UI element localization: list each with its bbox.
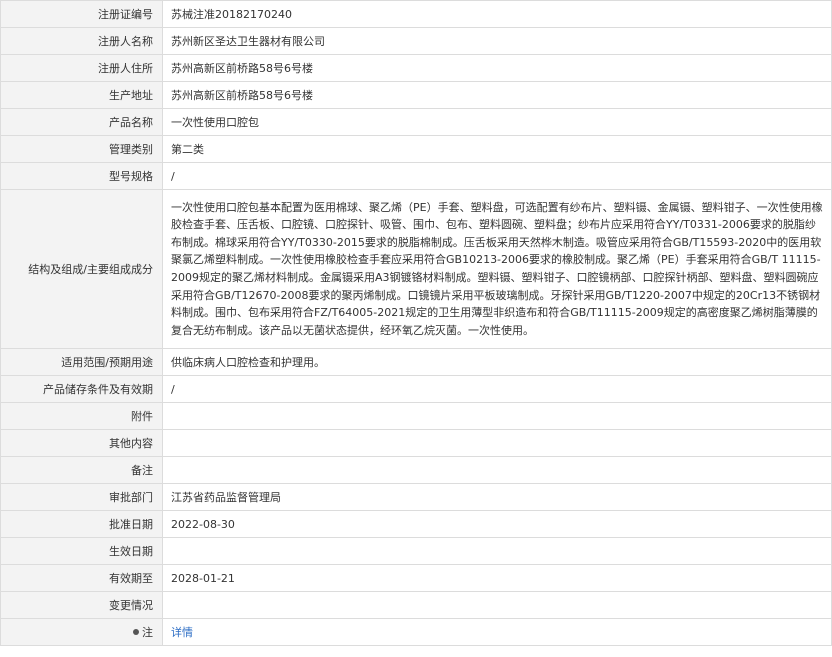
field-label: 生效日期 [0, 537, 163, 565]
field-value: 一次性使用口腔包基本配置为医用棉球、聚乙烯（PE）手套、塑料盘，可选配置有纱布片… [162, 189, 832, 349]
field-label: 其他内容 [0, 429, 163, 457]
field-label: 产品名称 [0, 108, 163, 136]
row-other-content: 其他内容 [0, 429, 832, 457]
row-registrant-address: 注册人住所 苏州高新区前桥路58号6号楼 [0, 54, 832, 82]
field-value: 苏州高新区前桥路58号6号楼 [162, 81, 832, 109]
row-model-spec: 型号规格 / [0, 162, 832, 190]
note-label-cell: 注 [0, 618, 163, 646]
field-value: 苏械注准20182170240 [162, 0, 832, 28]
field-value: 苏州新区圣达卫生器材有限公司 [162, 27, 832, 55]
row-intended-use: 适用范围/预期用途 供临床病人口腔检查和护理用。 [0, 348, 832, 376]
field-label: 型号规格 [0, 162, 163, 190]
row-management-category: 管理类别 第二类 [0, 135, 832, 163]
row-attachments: 附件 [0, 402, 832, 430]
row-product-name: 产品名称 一次性使用口腔包 [0, 108, 832, 136]
row-note: 注 详情 [0, 618, 832, 646]
field-value [162, 591, 832, 619]
field-label: 适用范围/预期用途 [0, 348, 163, 376]
field-value [162, 429, 832, 457]
row-registrant-name: 注册人名称 苏州新区圣达卫生器材有限公司 [0, 27, 832, 55]
field-value: 苏州高新区前桥路58号6号楼 [162, 54, 832, 82]
registration-info-table: 注册证编号 苏械注准20182170240 注册人名称 苏州新区圣达卫生器材有限… [0, 0, 832, 646]
field-value [162, 402, 832, 430]
field-label: 结构及组成/主要组成成分 [0, 189, 163, 349]
row-remarks: 备注 [0, 456, 832, 484]
row-registration-number: 注册证编号 苏械注准20182170240 [0, 0, 832, 28]
field-label: 有效期至 [0, 564, 163, 592]
pin-icon [133, 629, 139, 635]
row-change-status: 变更情况 [0, 591, 832, 619]
field-label: 变更情况 [0, 591, 163, 619]
field-label: 注册人住所 [0, 54, 163, 82]
field-label: 管理类别 [0, 135, 163, 163]
field-value: 一次性使用口腔包 [162, 108, 832, 136]
field-label: 批准日期 [0, 510, 163, 538]
row-approval-department: 审批部门 江苏省药品监督管理局 [0, 483, 832, 511]
field-value: / [162, 162, 832, 190]
field-value: / [162, 375, 832, 403]
row-approval-date: 批准日期 2022-08-30 [0, 510, 832, 538]
field-value [162, 537, 832, 565]
field-value: 江苏省药品监督管理局 [162, 483, 832, 511]
details-link[interactable]: 详情 [171, 626, 193, 639]
field-value: 第二类 [162, 135, 832, 163]
note-value-cell: 详情 [162, 618, 832, 646]
row-effective-date: 生效日期 [0, 537, 832, 565]
field-label: 注册证编号 [0, 0, 163, 28]
field-value: 供临床病人口腔检查和护理用。 [162, 348, 832, 376]
note-label: 注 [142, 626, 153, 639]
row-structure-composition: 结构及组成/主要组成成分 一次性使用口腔包基本配置为医用棉球、聚乙烯（PE）手套… [0, 189, 832, 349]
field-label: 备注 [0, 456, 163, 484]
field-value [162, 456, 832, 484]
field-value: 2028-01-21 [162, 564, 832, 592]
field-label: 附件 [0, 402, 163, 430]
row-valid-until: 有效期至 2028-01-21 [0, 564, 832, 592]
field-label: 审批部门 [0, 483, 163, 511]
field-value: 2022-08-30 [162, 510, 832, 538]
field-label: 产品储存条件及有效期 [0, 375, 163, 403]
field-label: 生产地址 [0, 81, 163, 109]
row-production-address: 生产地址 苏州高新区前桥路58号6号楼 [0, 81, 832, 109]
field-label: 注册人名称 [0, 27, 163, 55]
row-storage-validity: 产品储存条件及有效期 / [0, 375, 832, 403]
